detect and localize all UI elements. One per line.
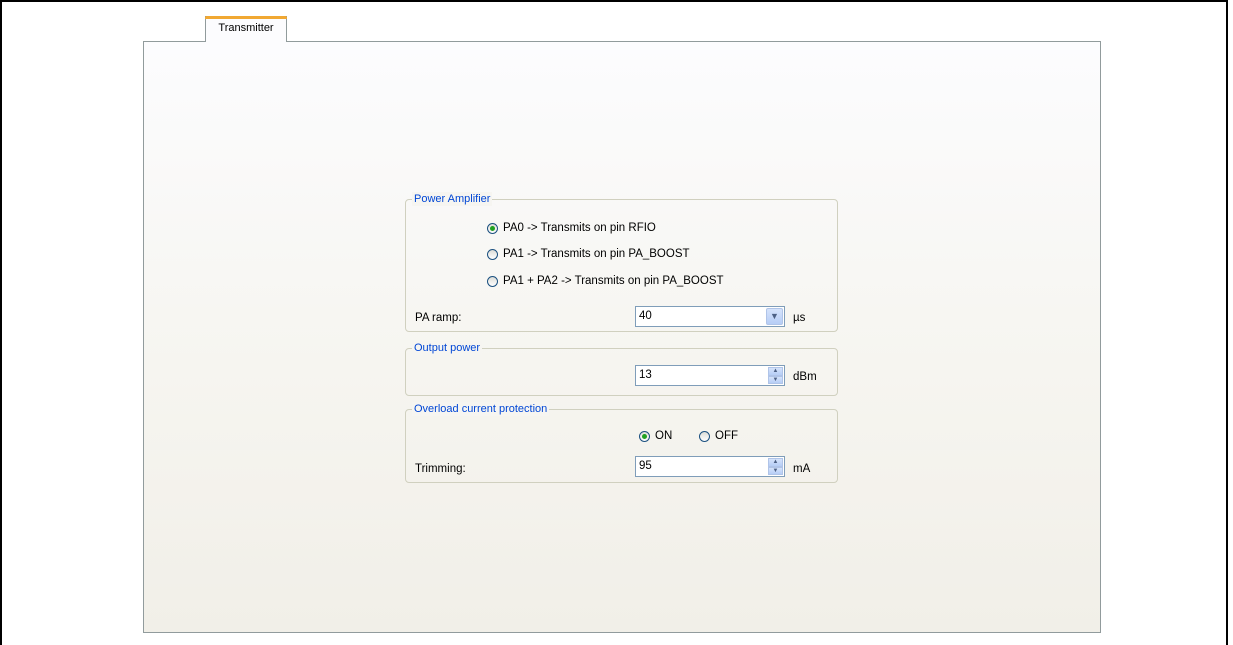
trimming-value: 95 <box>639 460 652 472</box>
chevron-down-icon[interactable]: ▼ <box>766 308 783 325</box>
spin-up-icon[interactable]: ▲ <box>768 458 783 467</box>
radio-label: PA1 + PA2 -> Transmits on pin PA_BOOST <box>503 275 724 287</box>
pa-ramp-select[interactable]: 40 ▼ <box>635 306 785 327</box>
trimming-input[interactable]: 95 ▲ ▼ <box>635 456 785 477</box>
radio-unchecked-icon <box>699 430 710 442</box>
radio-pa1-pa2[interactable]: PA1 + PA2 -> Transmits on pin PA_BOOST <box>487 275 724 287</box>
spin-up-icon[interactable]: ▲ <box>768 367 783 376</box>
radio-checked-icon <box>639 430 650 442</box>
tab-label: Transmitter <box>218 22 274 34</box>
tab-panel <box>143 41 1101 633</box>
spin-down-icon[interactable]: ▼ <box>768 375 783 384</box>
radio-label: OFF <box>715 430 738 442</box>
radio-pa0[interactable]: PA0 -> Transmits on pin RFIO <box>487 222 656 234</box>
pa-ramp-unit: µs <box>793 312 806 324</box>
output-power-value: 13 <box>639 369 652 381</box>
radio-label: PA1 -> Transmits on pin PA_BOOST <box>503 248 690 260</box>
spinner[interactable]: ▲ ▼ <box>768 458 783 475</box>
spin-down-icon[interactable]: ▼ <box>768 466 783 475</box>
radio-label: PA0 -> Transmits on pin RFIO <box>503 222 656 234</box>
tab-transmitter[interactable]: Transmitter <box>205 16 287 42</box>
radio-ocp-off[interactable]: OFF <box>699 430 738 442</box>
output-power-input[interactable]: 13 ▲ ▼ <box>635 365 785 386</box>
power-amplifier-group: Power Amplifier PA0 -> Transmits on pin … <box>405 192 838 332</box>
spinner[interactable]: ▲ ▼ <box>768 367 783 384</box>
group-legend: Power Amplifier <box>412 192 493 206</box>
group-legend: Output power <box>412 341 483 355</box>
radio-checked-icon <box>487 222 498 234</box>
radio-pa1[interactable]: PA1 -> Transmits on pin PA_BOOST <box>487 248 690 260</box>
output-power-group: Output power 13 ▲ ▼ dBm <box>405 341 838 396</box>
ocp-group: Overload current protection ON OFF Trimm… <box>405 402 838 483</box>
output-power-unit: dBm <box>793 371 817 383</box>
radio-ocp-on[interactable]: ON <box>639 430 672 442</box>
group-legend: Overload current protection <box>412 402 550 416</box>
radio-unchecked-icon <box>487 248 498 260</box>
pa-ramp-label: PA ramp: <box>415 312 462 324</box>
radio-unchecked-icon <box>487 275 498 287</box>
pa-ramp-value: 40 <box>639 310 652 322</box>
trimming-unit: mA <box>793 463 811 475</box>
radio-label: ON <box>655 430 673 442</box>
trimming-label: Trimming: <box>415 463 466 475</box>
